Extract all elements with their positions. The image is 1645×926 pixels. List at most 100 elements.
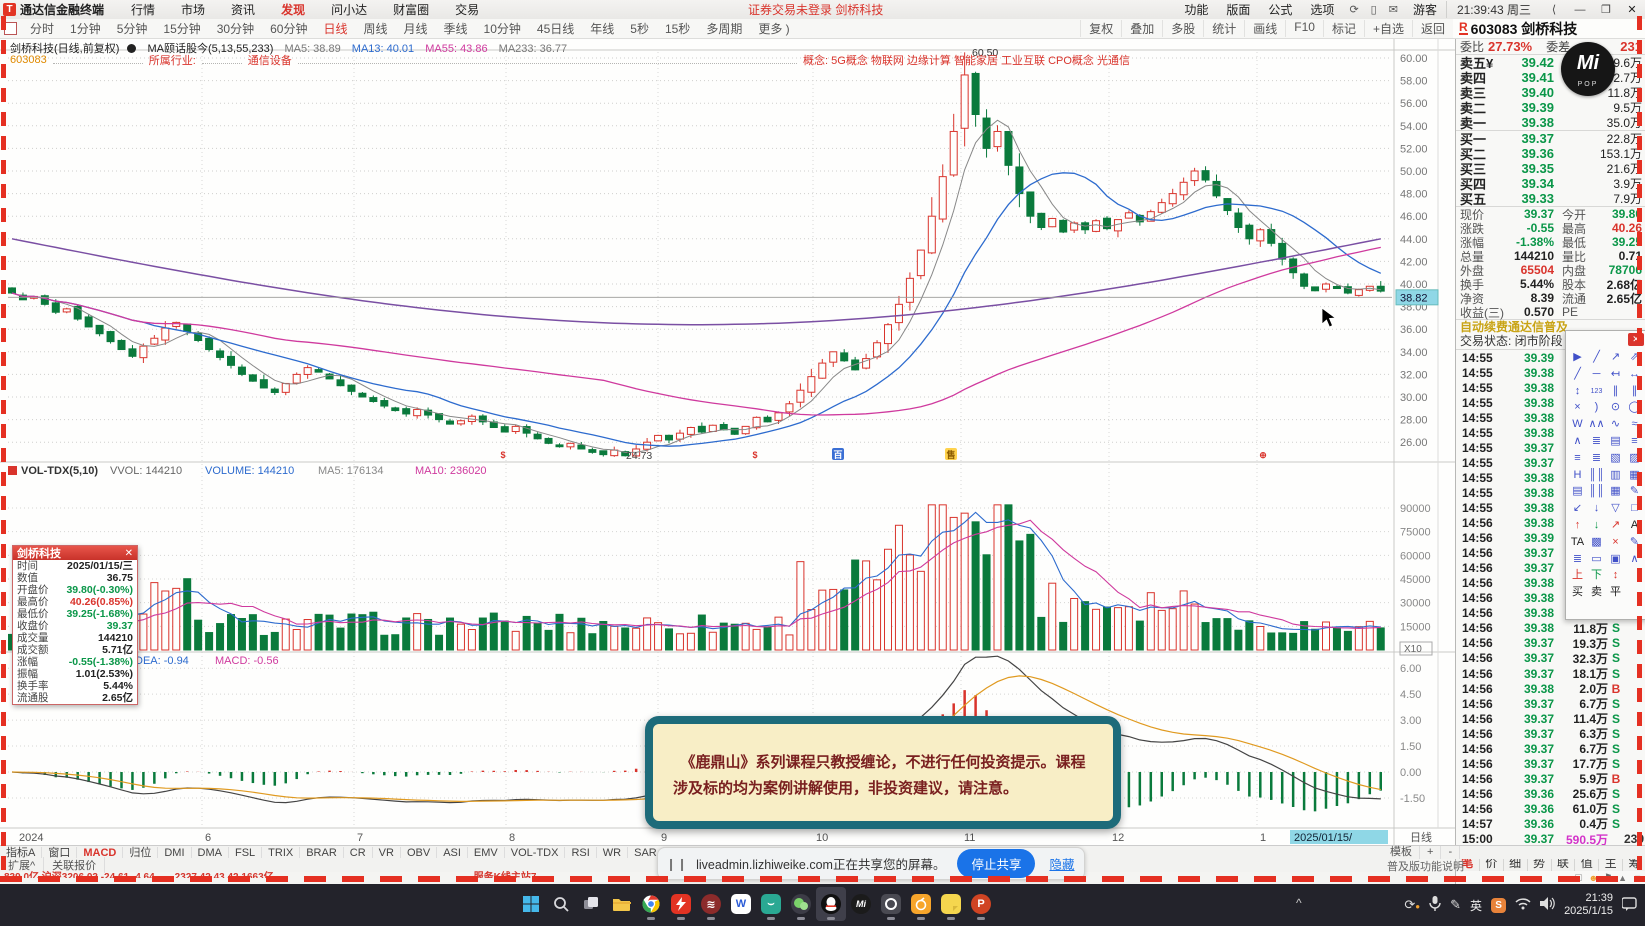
tool-标记[interactable]: 标记 (1322, 20, 1364, 37)
draw-tool-icon[interactable]: 卖 (1587, 584, 1606, 601)
indicator-tab-TRIX[interactable]: TRIX (262, 846, 301, 859)
timeframe-15秒[interactable]: 15秒 (657, 20, 698, 37)
taskbar-chrome-icon[interactable] (636, 887, 666, 921)
menu-公式[interactable]: 公式 (1259, 1, 1301, 18)
timeframe-60分钟[interactable]: 60分钟 (262, 20, 315, 37)
timeframe-多周期[interactable]: 多周期 (698, 20, 750, 37)
timeframe-年线[interactable]: 年线 (582, 20, 622, 37)
bid-row[interactable]: 买五 39.33 7.9万 (1456, 191, 1645, 207)
menu-功能[interactable]: 功能 (1175, 1, 1217, 18)
draw-tool-icon[interactable]: ↓ (1587, 517, 1606, 534)
draw-tool-icon[interactable]: ⊙ (1606, 399, 1625, 416)
draw-tool-icon[interactable]: ▭ (1587, 551, 1606, 568)
menu-财富圈[interactable]: 财富圈 (380, 1, 442, 18)
indicator-tab-ASI[interactable]: ASI (437, 846, 468, 859)
tray-mic-icon[interactable] (1429, 896, 1441, 914)
draw-tool-icon[interactable]: × (1568, 399, 1587, 416)
tool-画线[interactable]: 画线 (1244, 20, 1285, 37)
timeframe-更多 )[interactable]: 更多 ) (750, 20, 797, 37)
ask-row[interactable]: 卖一 39.38 35.0万 (1456, 115, 1645, 131)
tray-volume-icon[interactable] (1540, 897, 1555, 913)
draw-tool-icon[interactable]: ╱ (1587, 349, 1606, 366)
tray-wifi-icon[interactable] (1515, 897, 1531, 913)
tool-+自选[interactable]: +自选 (1363, 20, 1412, 37)
draw-tool-icon[interactable]: 下 (1587, 567, 1606, 584)
menu-市场[interactable]: 市场 (168, 1, 218, 18)
tray-pen-icon[interactable]: ✎ (1450, 897, 1461, 913)
draw-tool-icon[interactable]: ▣ (1606, 551, 1625, 568)
timeframe-5分钟[interactable]: 5分钟 (109, 20, 156, 37)
indicator-tab-RSI[interactable]: RSI (565, 846, 597, 859)
tool-统计[interactable]: 统计 (1203, 20, 1244, 37)
tray-notification-icon[interactable] (1621, 896, 1637, 914)
timeframe-月线[interactable]: 月线 (396, 20, 436, 37)
draw-tool-icon[interactable]: ▧ (1606, 450, 1625, 467)
taskbar-windows-icon[interactable] (516, 887, 546, 921)
indicator-tab-OBV[interactable]: OBV (401, 846, 438, 859)
menu-版面[interactable]: 版面 (1217, 1, 1259, 18)
taskbar-wps-icon[interactable]: W (726, 887, 756, 921)
tray-s-badge-icon[interactable]: S (1491, 897, 1507, 913)
draw-tool-icon[interactable]: ║║ (1587, 483, 1606, 500)
timeframe-日线[interactable]: 日线 (315, 20, 355, 37)
menu-选项[interactable]: 选项 (1301, 1, 1343, 18)
indicator-tab-BRAR[interactable]: BRAR (300, 846, 344, 859)
taskbar-camera-icon[interactable] (876, 887, 906, 921)
draw-tool-icon[interactable]: H (1568, 467, 1587, 484)
indicator-tab-WR[interactable]: WR (597, 846, 629, 859)
user-label[interactable]: 游客 (1404, 1, 1446, 18)
draw-tool-icon[interactable]: ↤ (1606, 366, 1625, 383)
draw-tool-icon[interactable]: ≡ (1568, 450, 1587, 467)
taskbar-lizhi-icon[interactable] (906, 887, 936, 921)
draw-tool-icon[interactable]: ∿ (1606, 416, 1625, 433)
draw-tool-icon[interactable]: ─ (1587, 366, 1606, 383)
indicator-tab-EMV[interactable]: EMV (468, 846, 505, 859)
indicator-tab-归位[interactable]: 归位 (123, 846, 159, 859)
draw-tool-icon[interactable]: ║║ (1587, 467, 1606, 484)
timeframe-45日线[interactable]: 45日线 (529, 20, 582, 37)
tray-expand-icon[interactable]: ^ (1296, 896, 1302, 910)
timeframe-分时[interactable]: 分时 (22, 20, 62, 37)
tool-F10[interactable]: F10 (1285, 20, 1323, 37)
menu-问小达[interactable]: 问小达 (318, 1, 380, 18)
draw-tool-icon[interactable]: × (1606, 534, 1625, 551)
taskbar-doc-green-icon[interactable]: ⌣ (756, 887, 786, 921)
timeframe-季线[interactable]: 季线 (436, 20, 476, 37)
collapse-button[interactable]: ⟨ (1541, 3, 1567, 16)
draw-tool-icon[interactable]: ∧∧ (1587, 416, 1606, 433)
draw-tool-icon[interactable]: 上 (1568, 567, 1587, 584)
draw-tool-icon[interactable]: ▥ (1606, 467, 1625, 484)
timeframe-5秒[interactable]: 5秒 (622, 20, 657, 37)
taskbar-task-view-icon[interactable] (576, 887, 606, 921)
draw-tool-icon[interactable]: ≣ (1587, 450, 1606, 467)
timeframe-周线[interactable]: 周线 (355, 20, 395, 37)
draw-tool-icon[interactable]: ≣ (1568, 551, 1587, 568)
taskbar-explorer-icon[interactable] (606, 887, 636, 921)
indicator-tab-FSL[interactable]: FSL (229, 846, 263, 859)
concept-list[interactable]: 5G概念 物联网 边缘计算 智能家居 工业互联 CPO概念 光通信 (831, 52, 1130, 68)
draw-tool-icon[interactable]: ▦ (1606, 483, 1625, 500)
taskbar-search-icon[interactable] (546, 887, 576, 921)
taskbar-mi-icon[interactable]: Mi (846, 887, 876, 921)
mail-icon[interactable]: ✉ (1383, 3, 1404, 16)
draw-tool-icon[interactable]: 平 (1606, 584, 1625, 601)
tool-多股[interactable]: 多股 (1162, 20, 1203, 37)
draw-tool-icon[interactable]: TA (1568, 534, 1587, 551)
refresh-icon[interactable]: ⟳ (1343, 3, 1364, 16)
taskbar-notes-icon[interactable] (936, 887, 966, 921)
taskbar-wechat-icon[interactable] (786, 887, 816, 921)
draw-tool-icon[interactable]: 123 (1587, 383, 1606, 400)
menu-行情[interactable]: 行情 (118, 1, 168, 18)
taskbar-netease-icon[interactable]: ≋ (696, 887, 726, 921)
taskbar-tdx-icon[interactable] (666, 887, 696, 921)
draw-tool-icon[interactable]: ╱ (1568, 366, 1587, 383)
taskbar-qq-icon[interactable] (816, 887, 846, 921)
industry-value[interactable]: 通信设备 (248, 52, 292, 68)
draw-tool-icon[interactable]: ↙ (1568, 500, 1587, 517)
tray-sync-icon[interactable]: ⟳● (1404, 897, 1420, 913)
draw-tool-icon[interactable]: ↓ (1587, 500, 1606, 517)
draw-tool-icon[interactable]: ▩ (1587, 534, 1606, 551)
maximize-button[interactable]: ❐ (1593, 3, 1619, 16)
timeframe-30分钟[interactable]: 30分钟 (209, 20, 262, 37)
draw-tool-icon[interactable]: ↕ (1568, 383, 1587, 400)
